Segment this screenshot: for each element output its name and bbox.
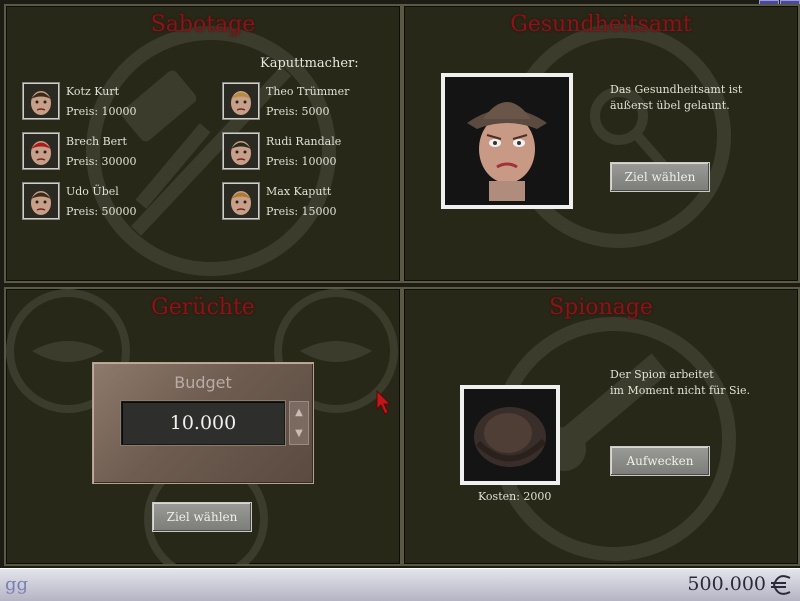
money-display: 500.000: [687, 573, 766, 595]
euro-icon: [771, 575, 791, 595]
gesundheitsamt-panel: Gesundheitsamt Das Gesundheitsamt ist äu…: [402, 4, 800, 283]
budget-box: Budget 10.000 ▲ ▼: [92, 362, 314, 484]
spionage-text-2: im Moment nicht für Sie.: [610, 384, 751, 397]
saboteur-price: Preis: 50000: [66, 205, 137, 218]
spy-hat-icon: [464, 389, 556, 481]
inspector-face-icon: [445, 77, 569, 205]
inspector-portrait: [441, 73, 573, 209]
budget-value-field[interactable]: 10.000: [121, 401, 285, 445]
saboteur-price: Preis: 5000: [266, 105, 330, 118]
kaputtmacher-heading: Kaputtmacher:: [260, 56, 359, 71]
player-name: gg: [5, 574, 29, 595]
mouse-cursor-icon: [376, 390, 392, 415]
geruechte-panel: Gerüchte Budget 10.000 ▲ ▼ Ziel wählen: [4, 287, 402, 566]
saboteur-name: Max Kaputt: [266, 185, 332, 198]
spionage-text-1: Der Spion arbeitet: [610, 368, 714, 381]
saboteur-portrait[interactable]: [222, 132, 260, 170]
saboteur-price: Preis: 10000: [66, 105, 137, 118]
saboteur-portrait[interactable]: [22, 182, 60, 220]
saboteur-portrait-icon: [224, 184, 258, 218]
saboteur-price: Preis: 15000: [266, 205, 337, 218]
budget-up-icon[interactable]: ▲: [290, 402, 308, 423]
gesundheitsamt-title: Gesundheitsamt: [510, 12, 692, 37]
spionage-panel: Spionage Kosten: 2000 Der Spion arbeitet…: [402, 287, 800, 566]
saboteur-portrait-icon: [224, 134, 258, 168]
budget-stepper[interactable]: ▲ ▼: [289, 401, 309, 445]
wake-up-spy-button[interactable]: Aufwecken: [610, 446, 710, 476]
budget-down-icon[interactable]: ▼: [290, 423, 308, 444]
spy-hat-portrait: [460, 385, 560, 485]
saboteur-name: Theo Trümmer: [266, 85, 350, 98]
gesundheitsamt-choose-target-button[interactable]: Ziel wählen: [610, 162, 710, 192]
status-bar: gg 500.000: [0, 568, 800, 601]
saboteur-name: Rudi Randale: [266, 135, 342, 148]
saboteur-portrait[interactable]: [22, 82, 60, 120]
saboteur-price: Preis: 30000: [66, 155, 137, 168]
saboteur-name: Brech Bert: [66, 135, 127, 148]
saboteur-portrait[interactable]: [22, 132, 60, 170]
geruechte-choose-target-button[interactable]: Ziel wählen: [152, 502, 252, 532]
saboteur-name: Udo Übel: [66, 185, 119, 198]
saboteur-portrait-icon: [24, 84, 58, 118]
spionage-title: Spionage: [549, 295, 653, 320]
sabotage-panel: Sabotage Kaputtmacher: Kotz Kurt Preis: 1…: [4, 4, 402, 283]
saboteur-portrait-icon: [24, 184, 58, 218]
saboteur-portrait-icon: [224, 84, 258, 118]
saboteur-portrait-icon: [24, 134, 58, 168]
sabotage-title: Sabotage: [150, 12, 256, 37]
saboteur-portrait[interactable]: [222, 82, 260, 120]
spy-cost: Kosten: 2000: [478, 490, 552, 503]
budget-label: Budget: [174, 373, 232, 392]
saboteur-name: Kotz Kurt: [66, 85, 119, 98]
saboteur-portrait[interactable]: [222, 182, 260, 220]
gesundheitsamt-text-2: äußerst übel gelaunt.: [610, 99, 730, 112]
geruechte-title: Gerüchte: [151, 295, 255, 320]
gesundheitsamt-text-1: Das Gesundheitsamt ist: [610, 83, 743, 96]
saboteur-price: Preis: 10000: [266, 155, 337, 168]
